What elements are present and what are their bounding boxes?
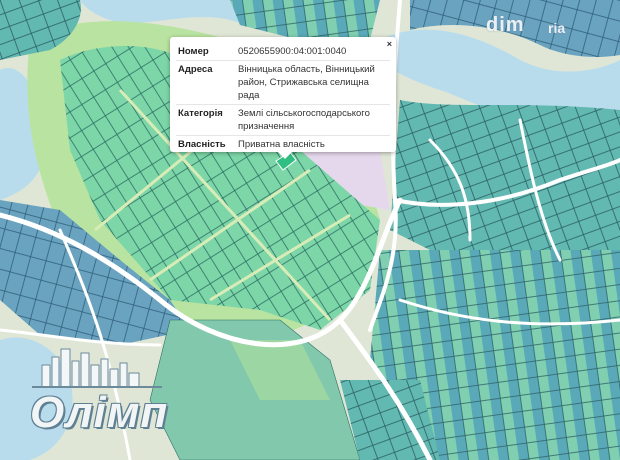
popup-pointer (278, 152, 292, 159)
info-key: Номер (176, 43, 236, 61)
olimp-logo-text: Олімп (30, 388, 169, 437)
info-key: Адреса (176, 60, 236, 105)
info-value: 0520655900:04:001:0040 (236, 43, 390, 61)
info-value: Приватна власність (238, 139, 325, 150)
parcel-info-popup: × Номер 0520655900:04:001:0040 Адреса Ві… (170, 37, 396, 152)
info-value: Вінницька область, Вінницький район, Стр… (236, 60, 390, 105)
table-row: Адреса Вінницька область, Вінницький рай… (176, 60, 390, 105)
parcel-info-table: Номер 0520655900:04:001:0040 Адреса Вінн… (176, 43, 390, 153)
info-key: Категорія (176, 104, 236, 136)
table-row: Власність Приватна власність (176, 136, 390, 154)
info-key: Власність (178, 139, 226, 150)
table-row: Номер 0520655900:04:001:0040 (176, 43, 390, 61)
parcels-right-upper (390, 100, 620, 270)
info-value: Землі сільськогосподарського призначення (236, 104, 390, 136)
dim-watermark: dim (486, 14, 525, 36)
ria-watermark: ria (548, 20, 566, 36)
table-row: Категорія Землі сільськогосподарського п… (176, 104, 390, 136)
